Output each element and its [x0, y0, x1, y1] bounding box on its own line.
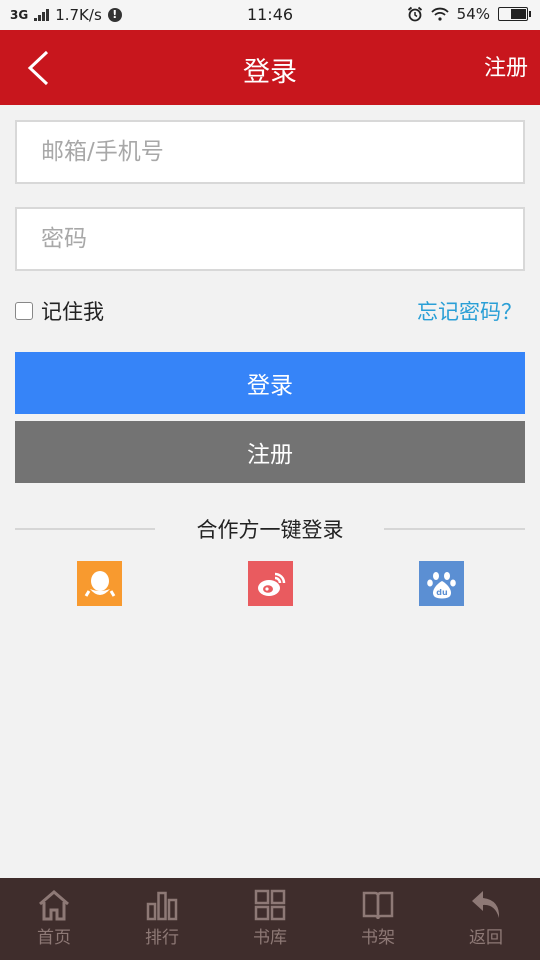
nav-item-home[interactable]: 首页	[0, 878, 108, 960]
bottom-nav: 首页 排行 书库 书架 返回	[0, 878, 540, 960]
remember-checkbox[interactable]	[15, 302, 33, 320]
status-right: 54%	[407, 5, 531, 23]
home-icon	[39, 890, 69, 921]
weibo-icon	[257, 572, 285, 596]
email-input[interactable]	[17, 122, 523, 182]
remember-me[interactable]: 记住我	[15, 296, 104, 326]
return-icon	[472, 891, 500, 918]
email-field-wrapper	[15, 120, 525, 184]
weibo-login-button[interactable]	[248, 561, 293, 606]
library-icon	[254, 889, 286, 921]
nav-label-bookshelf: 书架	[361, 928, 395, 948]
nav-label-library: 书库	[253, 928, 287, 948]
wifi-icon	[431, 7, 449, 21]
nav-label-home: 首页	[37, 928, 71, 948]
nav-item-bookshelf[interactable]: 书架	[324, 878, 432, 960]
qq-icon	[84, 570, 115, 597]
alarm-icon	[407, 6, 422, 22]
login-button[interactable]: 登录	[15, 352, 525, 414]
forgot-password-link[interactable]: 忘记密码？	[417, 296, 522, 326]
remember-label: 记住我	[41, 300, 104, 324]
nav-item-ranking[interactable]: 排行	[108, 878, 216, 960]
status-bar: 3G 1.7K/s ! 11:46 54%	[0, 0, 540, 30]
ranking-icon	[146, 891, 178, 921]
qq-login-button[interactable]	[77, 561, 122, 606]
battery-percent: 54%	[456, 5, 490, 23]
header-register-link[interactable]: 注册	[484, 50, 528, 82]
page-title: 登录	[243, 57, 297, 88]
divider-right	[384, 528, 525, 530]
battery-icon	[498, 7, 531, 21]
nav-item-return[interactable]: 返回	[432, 878, 540, 960]
header-bar: 登录 注册	[0, 30, 540, 105]
bookshelf-icon	[362, 891, 394, 920]
register-button[interactable]: 注册	[15, 421, 525, 483]
svg-text:du: du	[436, 588, 448, 597]
battery-fill	[510, 9, 526, 19]
password-field-wrapper	[15, 207, 525, 271]
nav-label-return: 返回	[469, 928, 503, 948]
nav-item-library[interactable]: 书库	[216, 878, 324, 960]
baidu-login-button[interactable]: du	[419, 561, 464, 606]
password-input[interactable]	[17, 209, 523, 269]
nav-label-ranking: 排行	[145, 928, 179, 948]
baidu-paw-icon: du	[426, 571, 456, 598]
